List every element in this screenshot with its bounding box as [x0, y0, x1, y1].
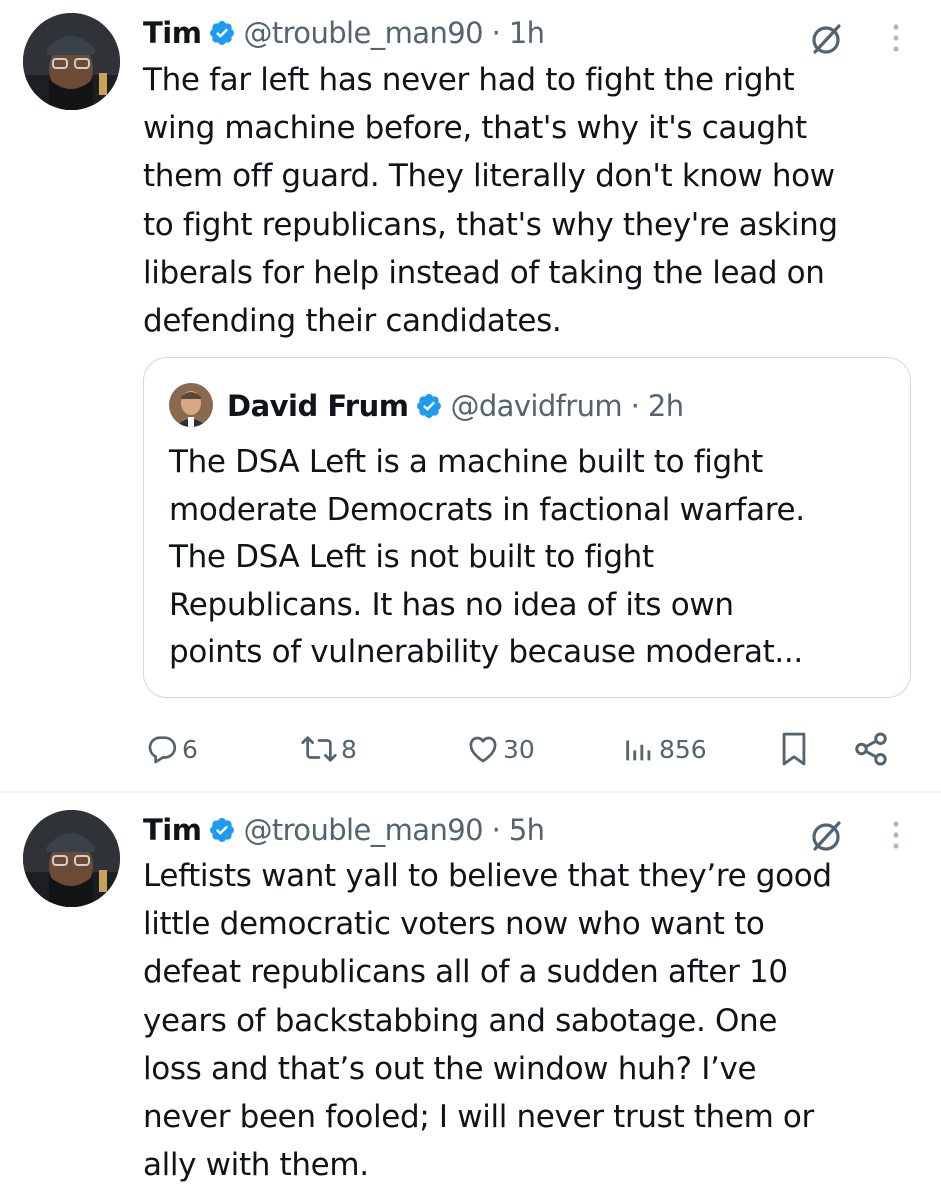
action-bar: 6 8 30 856: [0, 725, 941, 773]
separator: ·: [482, 16, 509, 50]
separator: ·: [622, 389, 648, 423]
tweet[interactable]: Tim @trouble_man90 · 5h Leftists want ya…: [0, 794, 941, 1200]
verified-badge-icon: [210, 21, 235, 45]
quoted-timestamp[interactable]: 2h: [648, 389, 684, 423]
repost-icon: [301, 736, 337, 762]
author-name[interactable]: Tim: [143, 16, 202, 50]
avatar[interactable]: [23, 810, 120, 907]
tweet[interactable]: Tim @trouble_man90 · 1h The far left has…: [0, 0, 941, 792]
more-icon[interactable]: [891, 820, 901, 850]
timestamp[interactable]: 5h: [509, 813, 545, 847]
grok-icon[interactable]: [806, 816, 846, 856]
views-count: 856: [659, 734, 707, 764]
more-icon[interactable]: [891, 23, 901, 53]
tweet-text: The far left has never had to fight the …: [143, 62, 838, 340]
tweet-text: Leftists want yall to believe that they’…: [143, 858, 832, 1184]
repost-button[interactable]: 8: [300, 725, 357, 773]
author-name[interactable]: Tim: [143, 813, 202, 847]
bookmark-button[interactable]: [777, 725, 811, 773]
bookmark-icon: [782, 732, 806, 766]
reply-icon: [148, 736, 177, 764]
verified-badge-icon: [210, 818, 235, 842]
repost-count: 8: [341, 734, 357, 764]
reply-button[interactable]: 6: [145, 725, 198, 773]
reply-count: 6: [182, 734, 198, 764]
author-handle[interactable]: @trouble_man90: [243, 813, 483, 847]
views-button[interactable]: 856: [622, 725, 707, 773]
author-handle[interactable]: @trouble_man90: [243, 16, 483, 50]
quoted-tweet[interactable]: David Frum @davidfrum · 2h The DSA Left …: [143, 357, 911, 698]
like-count: 30: [503, 734, 535, 764]
views-icon: [626, 740, 651, 761]
quoted-tweet-text: The DSA Left is a machine built to fight…: [169, 444, 805, 670]
grok-icon[interactable]: [806, 19, 846, 59]
timestamp[interactable]: 1h: [509, 16, 545, 50]
tweet-header: Tim @trouble_man90 · 1h: [143, 11, 941, 55]
verified-badge-icon: [417, 394, 442, 418]
quoted-header: David Frum @davidfrum · 2h: [227, 384, 684, 428]
like-button[interactable]: 30: [466, 725, 535, 773]
tweet-divider: [0, 791, 941, 793]
quoted-author-handle[interactable]: @davidfrum: [450, 389, 622, 423]
quoted-author-name[interactable]: David Frum: [227, 389, 409, 423]
avatar[interactable]: [23, 13, 120, 110]
like-icon: [469, 736, 497, 763]
separator: ·: [482, 813, 509, 847]
quoted-avatar[interactable]: [169, 383, 213, 427]
share-button[interactable]: [852, 725, 890, 773]
tweet-header: Tim @trouble_man90 · 5h: [143, 808, 941, 852]
share-icon: [855, 732, 887, 766]
